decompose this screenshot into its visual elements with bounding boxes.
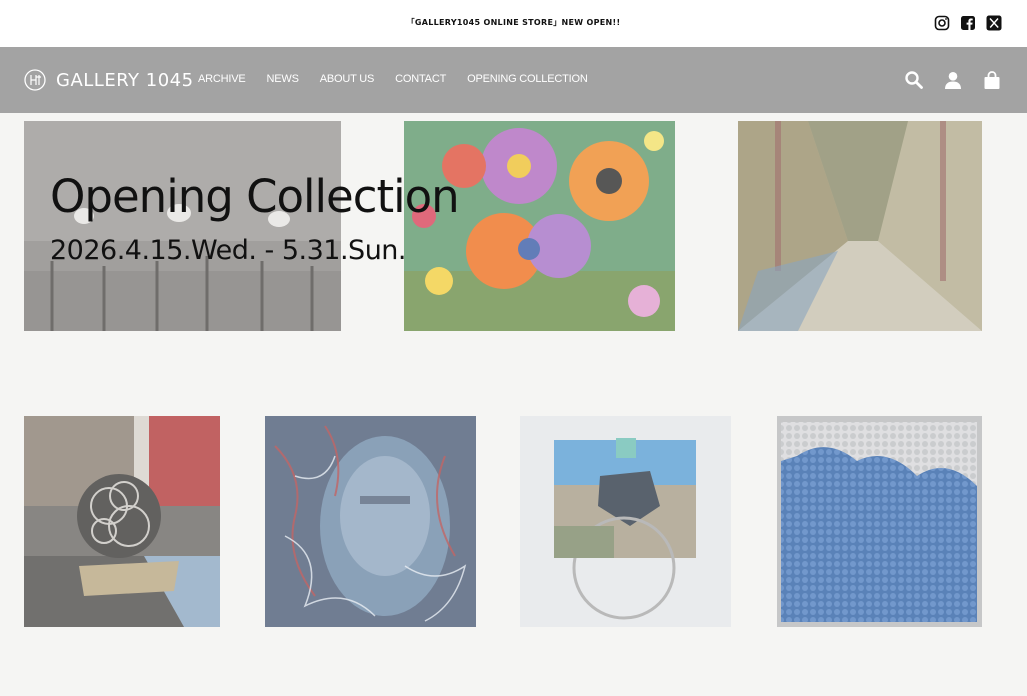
header-actions	[904, 70, 1002, 90]
nav-item-about-us[interactable]: ABOUT US	[320, 73, 375, 85]
account-icon[interactable]	[943, 70, 963, 90]
hero-dates: 2026.4.15.Wed. - 5.31.Sun.	[50, 235, 407, 266]
search-icon[interactable]	[904, 70, 924, 90]
artwork-blue-dots-panel[interactable]	[777, 416, 982, 627]
artwork-collage-piece[interactable]	[520, 416, 731, 627]
facebook-icon[interactable]	[960, 15, 976, 31]
logo-mark-icon	[24, 69, 46, 91]
instagram-icon[interactable]	[934, 15, 950, 31]
announcement-bar: 「GALLERY1045 ONLINE STORE」NEW OPEN!!	[0, 0, 1027, 47]
artwork-face-painting[interactable]	[265, 416, 476, 627]
announcement-text[interactable]: 「GALLERY1045 ONLINE STORE」NEW OPEN!!	[0, 17, 1027, 28]
x-icon[interactable]	[986, 15, 1002, 31]
nav-item-opening-collection[interactable]: OPENING COLLECTION	[467, 73, 588, 85]
brand-name: GALLERY 1045	[56, 69, 194, 91]
artwork-poppies-painting[interactable]	[404, 121, 675, 331]
brand-logo[interactable]: GALLERY 1045	[24, 69, 194, 91]
artwork-metal-sculpture[interactable]	[24, 416, 220, 627]
hero-title: Opening Collection	[50, 170, 460, 223]
main-navbar: GALLERY 1045 ARCHIVE NEWS ABOUT US CONTA…	[0, 47, 1027, 113]
artwork-corridor-painting[interactable]	[738, 121, 982, 331]
cart-icon[interactable]	[982, 70, 1002, 90]
nav-item-archive[interactable]: ARCHIVE	[198, 73, 246, 85]
nav-item-news[interactable]: NEWS	[267, 73, 299, 85]
artwork-sculpture-installation[interactable]	[24, 121, 341, 331]
nav-item-contact[interactable]: CONTACT	[395, 73, 446, 85]
main-nav: ARCHIVE NEWS ABOUT US CONTACT OPENING CO…	[198, 73, 588, 85]
social-links	[934, 15, 1002, 31]
